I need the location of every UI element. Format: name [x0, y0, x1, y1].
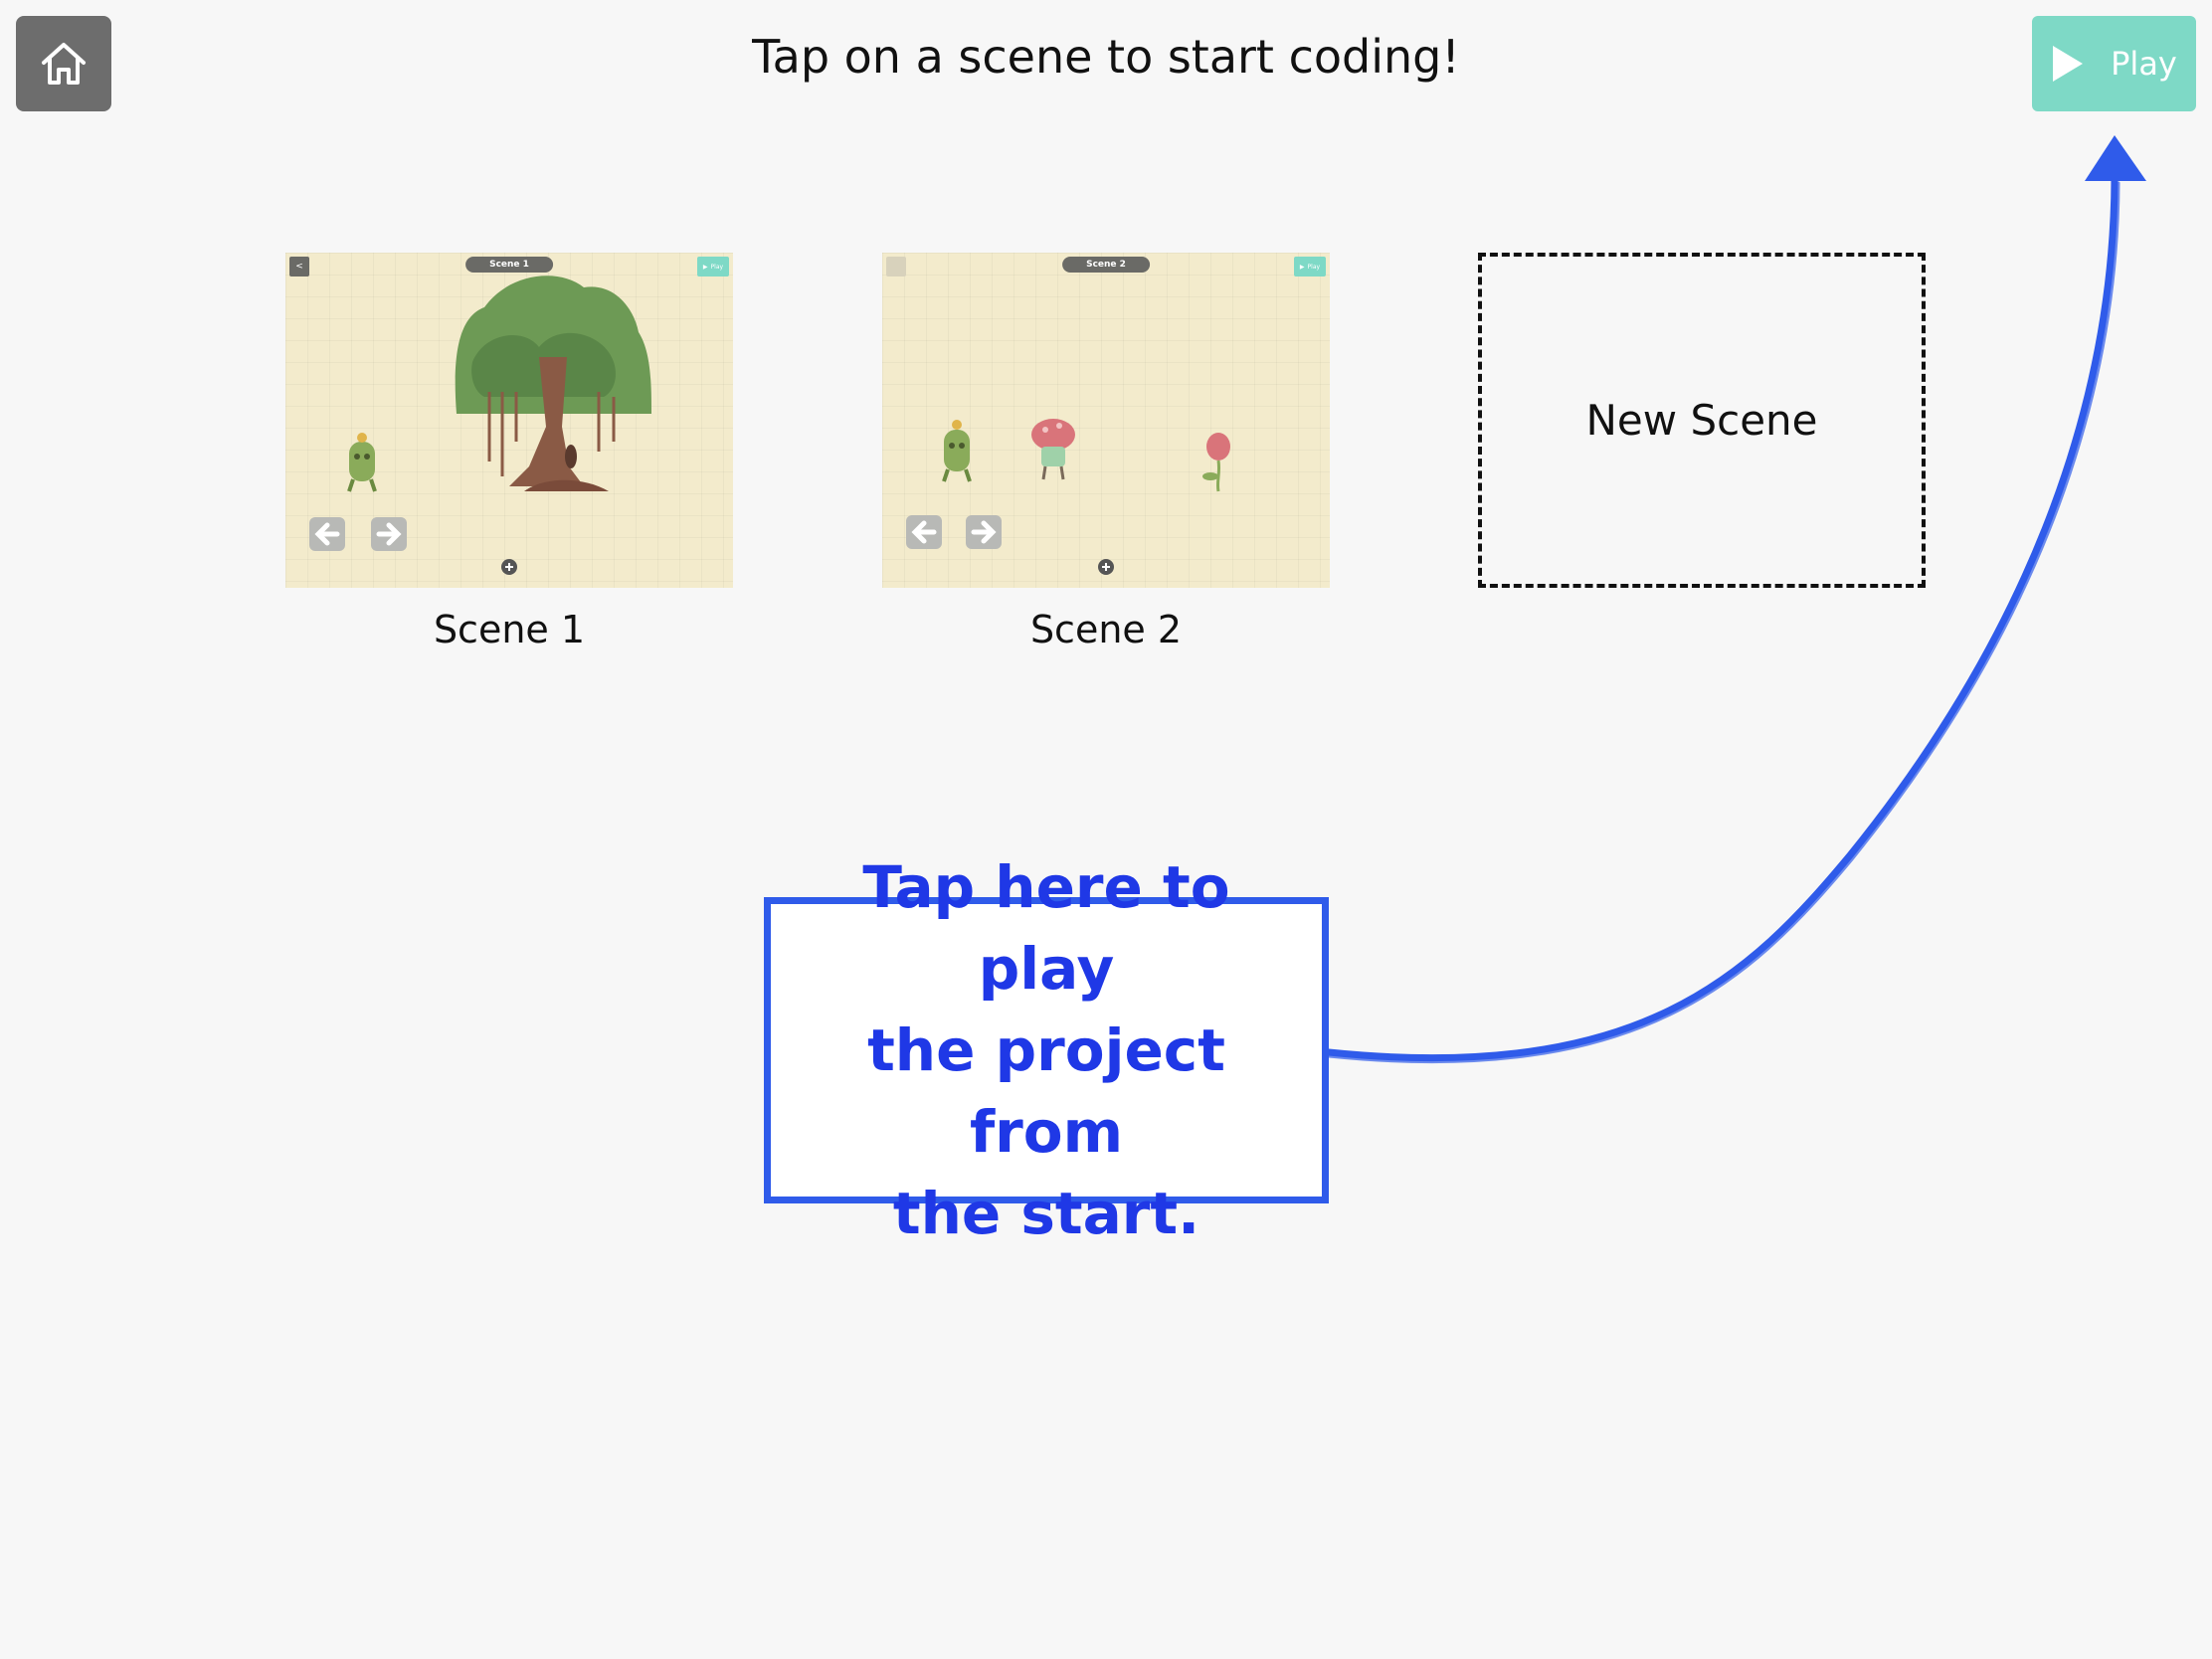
play-label: Play	[2111, 45, 2177, 83]
mushroom-character	[1031, 419, 1075, 480]
scene-thumbnail-1[interactable]: < Scene 1 ▶ Play	[285, 253, 733, 588]
callout-text: Tap here to play the project from the st…	[788, 846, 1305, 1254]
scene-label-1: Scene 1	[433, 608, 586, 651]
play-triangle-icon	[2053, 46, 2084, 82]
callout-line-3: the start.	[892, 1180, 1200, 1247]
page-title: Tap on a scene to start coding!	[752, 30, 1460, 84]
left-arrow-button	[309, 517, 345, 551]
scene-card-2[interactable]: Scene 2 ▶ Play Scene 2	[882, 253, 1330, 651]
callout-line-1: Tap here to play	[862, 853, 1230, 1003]
scene-overview-screen: Tap on a scene to start coding! Play < S…	[0, 0, 2212, 1659]
play-button[interactable]: Play	[2032, 16, 2196, 111]
green-monster-character	[347, 433, 377, 492]
green-monster-character	[942, 420, 972, 482]
banyan-tree	[455, 276, 651, 491]
scene-thumbnail-2[interactable]: Scene 2 ▶ Play	[882, 253, 1330, 588]
new-scene-label: New Scene	[1585, 396, 1818, 445]
scene-card-1[interactable]: < Scene 1 ▶ Play Scene 1	[285, 253, 733, 651]
right-arrow-button	[371, 517, 407, 551]
arrowhead-icon	[2085, 135, 2146, 181]
add-icon	[501, 559, 517, 575]
new-scene-button[interactable]: New Scene	[1478, 253, 1926, 588]
tutorial-callout: Tap here to play the project from the st…	[764, 853, 1329, 1247]
callout-line-2: the project from	[867, 1016, 1225, 1166]
flower-character	[1202, 433, 1230, 492]
scene-label-2: Scene 2	[1029, 608, 1183, 651]
left-arrow-button	[906, 515, 942, 549]
callout-arrow	[1325, 135, 2146, 1064]
add-icon	[1098, 559, 1114, 575]
right-arrow-button	[966, 515, 1002, 549]
